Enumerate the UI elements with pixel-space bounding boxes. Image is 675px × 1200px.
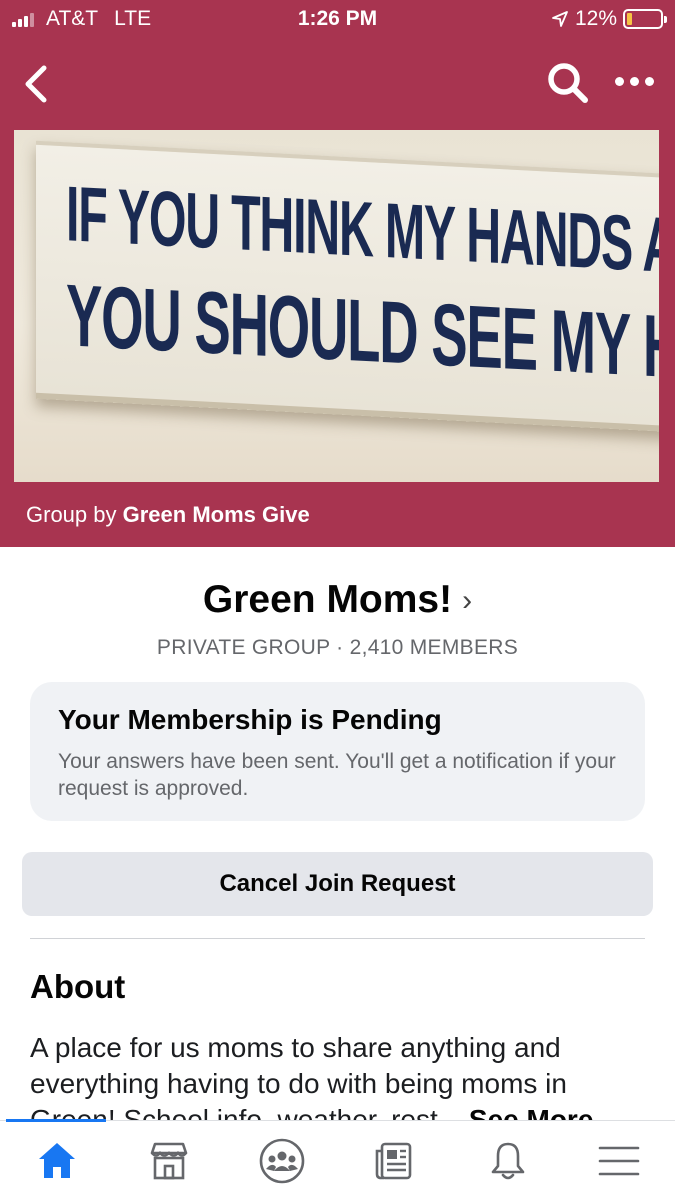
group-title[interactable]: Green Moms! › — [0, 578, 675, 622]
more-options-icon[interactable] — [615, 66, 665, 96]
group-meta: PRIVATE GROUP · 2,410 MEMBERS — [156, 636, 519, 659]
pending-text: Your answers have been sent. You'll get … — [58, 750, 616, 800]
tab-menu[interactable] — [591, 1135, 647, 1187]
group-owner-band: Group by Green Moms Give — [0, 482, 675, 547]
marketplace-icon — [150, 1142, 188, 1180]
tab-news-feed[interactable] — [366, 1135, 422, 1187]
chevron-right-icon: › — [462, 584, 473, 617]
about-description: A place for us moms to share anything an… — [30, 1030, 650, 1122]
status-right: 12% — [551, 7, 667, 31]
pending-title: Your Membership is Pending — [58, 704, 442, 735]
divider — [30, 938, 645, 939]
home-icon — [39, 1143, 75, 1178]
group-name: Green Moms! — [202, 578, 453, 621]
groups-icon — [259, 1138, 305, 1184]
group-owner-link[interactable]: Green Moms Give — [123, 502, 310, 527]
tab-groups[interactable] — [254, 1135, 310, 1187]
active-tab-indicator — [6, 1119, 106, 1122]
cover-area: IF YOU THINK MY HANDS ARE FULL, YOU SHOU… — [0, 130, 675, 482]
cover-photo[interactable]: IF YOU THINK MY HANDS ARE FULL, YOU SHOU… — [14, 130, 659, 482]
battery-icon — [623, 9, 667, 29]
sign-text-line-2: YOU SHOULD SEE MY HEART♥ — [66, 265, 659, 406]
tab-home[interactable] — [29, 1135, 85, 1187]
tab-marketplace[interactable] — [141, 1135, 197, 1187]
battery-percent: 12% — [574, 7, 617, 30]
search-icon[interactable] — [545, 60, 591, 106]
menu-icon — [598, 1146, 640, 1176]
news-feed-icon — [375, 1142, 412, 1180]
wooden-sign: IF YOU THINK MY HANDS ARE FULL, YOU SHOU… — [36, 140, 659, 434]
nav-bar — [0, 38, 675, 130]
location-arrow-icon — [552, 11, 568, 27]
group-by-prefix: Group by — [26, 502, 117, 527]
about-heading: About — [30, 968, 126, 1005]
back-chevron-icon[interactable] — [18, 62, 58, 106]
status-bar: AT&T LTE 1:26 PM 12% — [0, 0, 675, 38]
notifications-icon — [491, 1142, 525, 1180]
bottom-tab-bar — [0, 1119, 675, 1200]
membership-pending-card: Your Membership is Pending Your answers … — [30, 682, 645, 821]
cancel-join-request-button[interactable]: Cancel Join Request — [22, 852, 653, 916]
tab-notifications[interactable] — [480, 1135, 536, 1187]
